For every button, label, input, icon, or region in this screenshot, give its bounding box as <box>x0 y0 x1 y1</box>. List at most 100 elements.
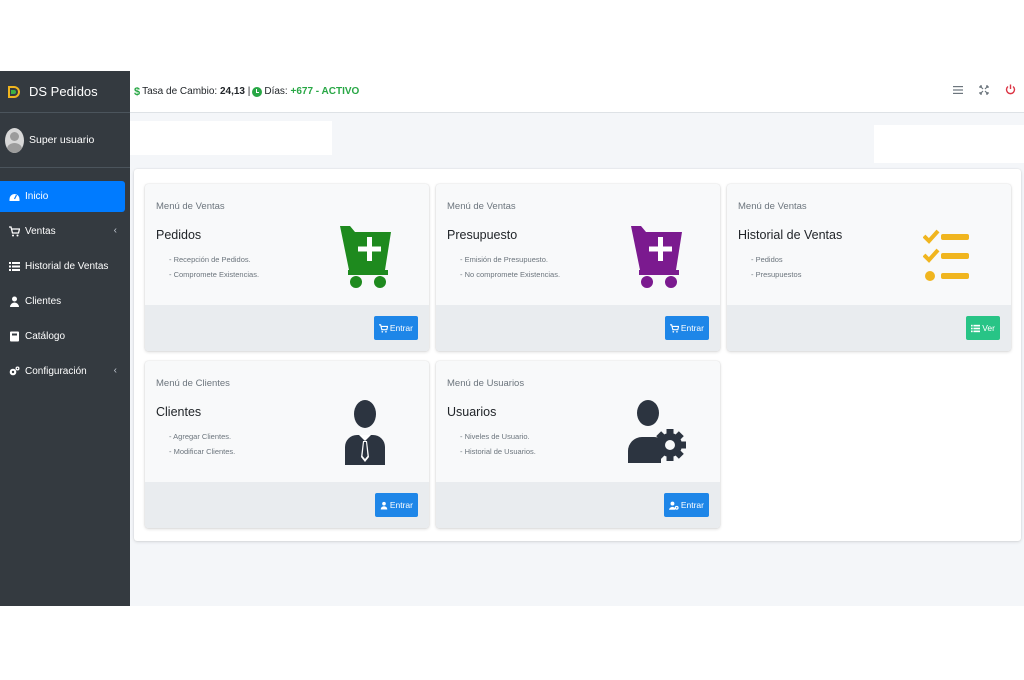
days-status: +677 - ACTIVO <box>290 86 360 97</box>
sidebar-item-label: Configuración <box>25 366 87 377</box>
card-footer: Entrar <box>145 482 429 528</box>
avatar <box>5 127 24 153</box>
separator: | <box>247 86 251 97</box>
sidebar-item-label: Inicio <box>25 191 49 202</box>
sidebar-item-label: Catálogo <box>25 331 66 342</box>
gears-icon <box>9 366 20 377</box>
card-footer: Entrar <box>436 305 720 351</box>
card-description: - Pedidos - Presupuestos <box>751 252 801 282</box>
card-clientes: Menú de Clientes Clientes - Agregar Clie… <box>145 361 429 528</box>
sidebar-item-historial[interactable]: Historial de Ventas <box>0 251 125 282</box>
card-usuarios: Menú de Usuarios Usuarios - Niveles de U… <box>436 361 720 528</box>
sidebar-item-inicio[interactable]: Inicio <box>0 181 125 212</box>
list-item: - Historial de Usuarios. <box>460 447 536 456</box>
card-description: - Recepción de Pedidos. - Compromete Exi… <box>169 252 259 282</box>
user-icon <box>380 501 388 509</box>
card-description: - Emisión de Presupuesto. - No compromet… <box>460 252 560 282</box>
enter-button[interactable]: Entrar <box>374 493 418 517</box>
card-title: Historial de Ventas <box>738 228 843 242</box>
exchange-rate-label: Tasa de Cambio: <box>142 86 218 97</box>
user-panel[interactable]: Super usuario <box>0 113 130 168</box>
chevron-left-icon: ‹ <box>113 365 117 376</box>
button-label: Ver <box>982 323 995 333</box>
breadcrumb-placeholder <box>874 125 1024 163</box>
user-cog-icon <box>628 400 686 463</box>
card-description: - Agregar Clientes. - Modificar Clientes… <box>169 429 235 459</box>
content-area: Menú de Ventas Pedidos - Recepción de Pe… <box>130 113 1024 606</box>
cart-icon <box>669 323 679 333</box>
card-title: Usuarios <box>447 405 497 419</box>
card-title: Clientes <box>156 405 202 419</box>
chevron-left-icon: ‹ <box>113 225 117 236</box>
sidebar-item-label: Historial de Ventas <box>25 261 109 272</box>
dashboard-icon <box>9 191 20 202</box>
user-icon <box>9 296 20 307</box>
card-caption: Menú de Ventas <box>738 201 807 212</box>
sidebar-item-configuracion[interactable]: Configuración ‹ <box>0 356 125 387</box>
list-item: - Niveles de Usuario. <box>460 432 530 441</box>
list-item: - Presupuestos <box>751 270 802 279</box>
button-label: Entrar <box>680 500 704 510</box>
card-caption: Menú de Ventas <box>156 201 225 212</box>
card-pedidos: Menú de Ventas Pedidos - Recepción de Pe… <box>145 184 429 351</box>
card-title: Pedidos <box>156 228 202 242</box>
card-caption: Menú de Clientes <box>156 378 230 389</box>
card-historial-ventas: Menú de Ventas Historial de Ventas - Ped… <box>727 184 1011 351</box>
top-icons <box>953 84 1016 98</box>
clock-icon <box>252 86 263 97</box>
brand[interactable]: DS Pedidos <box>0 71 130 113</box>
list-item: - Emisión de Presupuesto. <box>460 255 548 264</box>
user-name: Super usuario <box>29 134 95 146</box>
button-label: Entrar <box>680 323 704 333</box>
list-icon <box>9 261 20 272</box>
brand-title: DS Pedidos <box>29 84 98 99</box>
top-navbar: $ Tasa de Cambio: 24,13 | Días: +677 - A… <box>130 71 1024 113</box>
sidebar-nav: Inicio Ventas ‹ Historial de Ventas Clie… <box>0 168 130 387</box>
enter-button[interactable]: Entrar <box>373 316 418 340</box>
tasks-icon <box>923 229 969 281</box>
button-label: Entrar <box>389 323 413 333</box>
cart-plus-icon <box>631 226 682 288</box>
list-item: - Recepción de Pedidos. <box>169 255 251 264</box>
fullscreen-icon[interactable] <box>979 84 989 98</box>
view-button[interactable]: Ver <box>966 316 1000 340</box>
card-footer: Entrar <box>145 305 429 351</box>
menu-icon[interactable] <box>953 84 963 98</box>
card-footer: Ver <box>727 305 1011 351</box>
app-window: DS Pedidos Super usuario Inicio Ventas ‹ <box>0 71 1024 606</box>
book-icon <box>9 331 20 342</box>
user-cog-icon <box>668 501 679 510</box>
power-icon[interactable] <box>1005 84 1016 98</box>
card-footer: Entrar <box>436 482 720 528</box>
list-item: - Pedidos <box>751 255 783 264</box>
list-icon <box>971 324 981 332</box>
list-item: - No compromete Existencias. <box>460 270 561 279</box>
sidebar-item-clientes[interactable]: Clientes <box>0 286 125 317</box>
cart-icon <box>9 226 20 237</box>
enter-button[interactable]: Entrar <box>663 493 709 517</box>
sidebar-item-label: Ventas <box>25 226 56 237</box>
card-description: - Niveles de Usuario. - Historial de Usu… <box>460 429 536 459</box>
list-item: - Compromete Existencias. <box>169 270 260 279</box>
list-item: - Agregar Clientes. <box>169 432 232 441</box>
button-label: Entrar <box>389 500 413 510</box>
dollar-icon: $ <box>134 85 141 98</box>
content-header-placeholder <box>130 121 332 155</box>
card-caption: Menú de Ventas <box>447 201 516 212</box>
cart-plus-icon <box>340 226 391 288</box>
user-tie-icon <box>345 400 385 465</box>
days-label: Días: <box>264 86 288 97</box>
enter-button[interactable]: Entrar <box>664 316 709 340</box>
logo-icon <box>7 84 23 100</box>
dashboard-card: Menú de Ventas Pedidos - Recepción de Pe… <box>134 169 1021 541</box>
list-item: - Modificar Clientes. <box>169 447 236 456</box>
card-presupuesto: Menú de Ventas Presupuesto - Emisión de … <box>436 184 720 351</box>
card-title: Presupuesto <box>447 228 518 242</box>
card-caption: Menú de Usuarios <box>447 378 525 389</box>
sidebar: DS Pedidos Super usuario Inicio Ventas ‹ <box>0 71 130 606</box>
sidebar-item-label: Clientes <box>25 296 62 307</box>
sidebar-item-ventas[interactable]: Ventas ‹ <box>0 216 125 247</box>
cart-icon <box>378 323 388 333</box>
exchange-rate-value: 24,13 <box>219 86 245 97</box>
sidebar-item-catalogo[interactable]: Catálogo <box>0 321 125 352</box>
